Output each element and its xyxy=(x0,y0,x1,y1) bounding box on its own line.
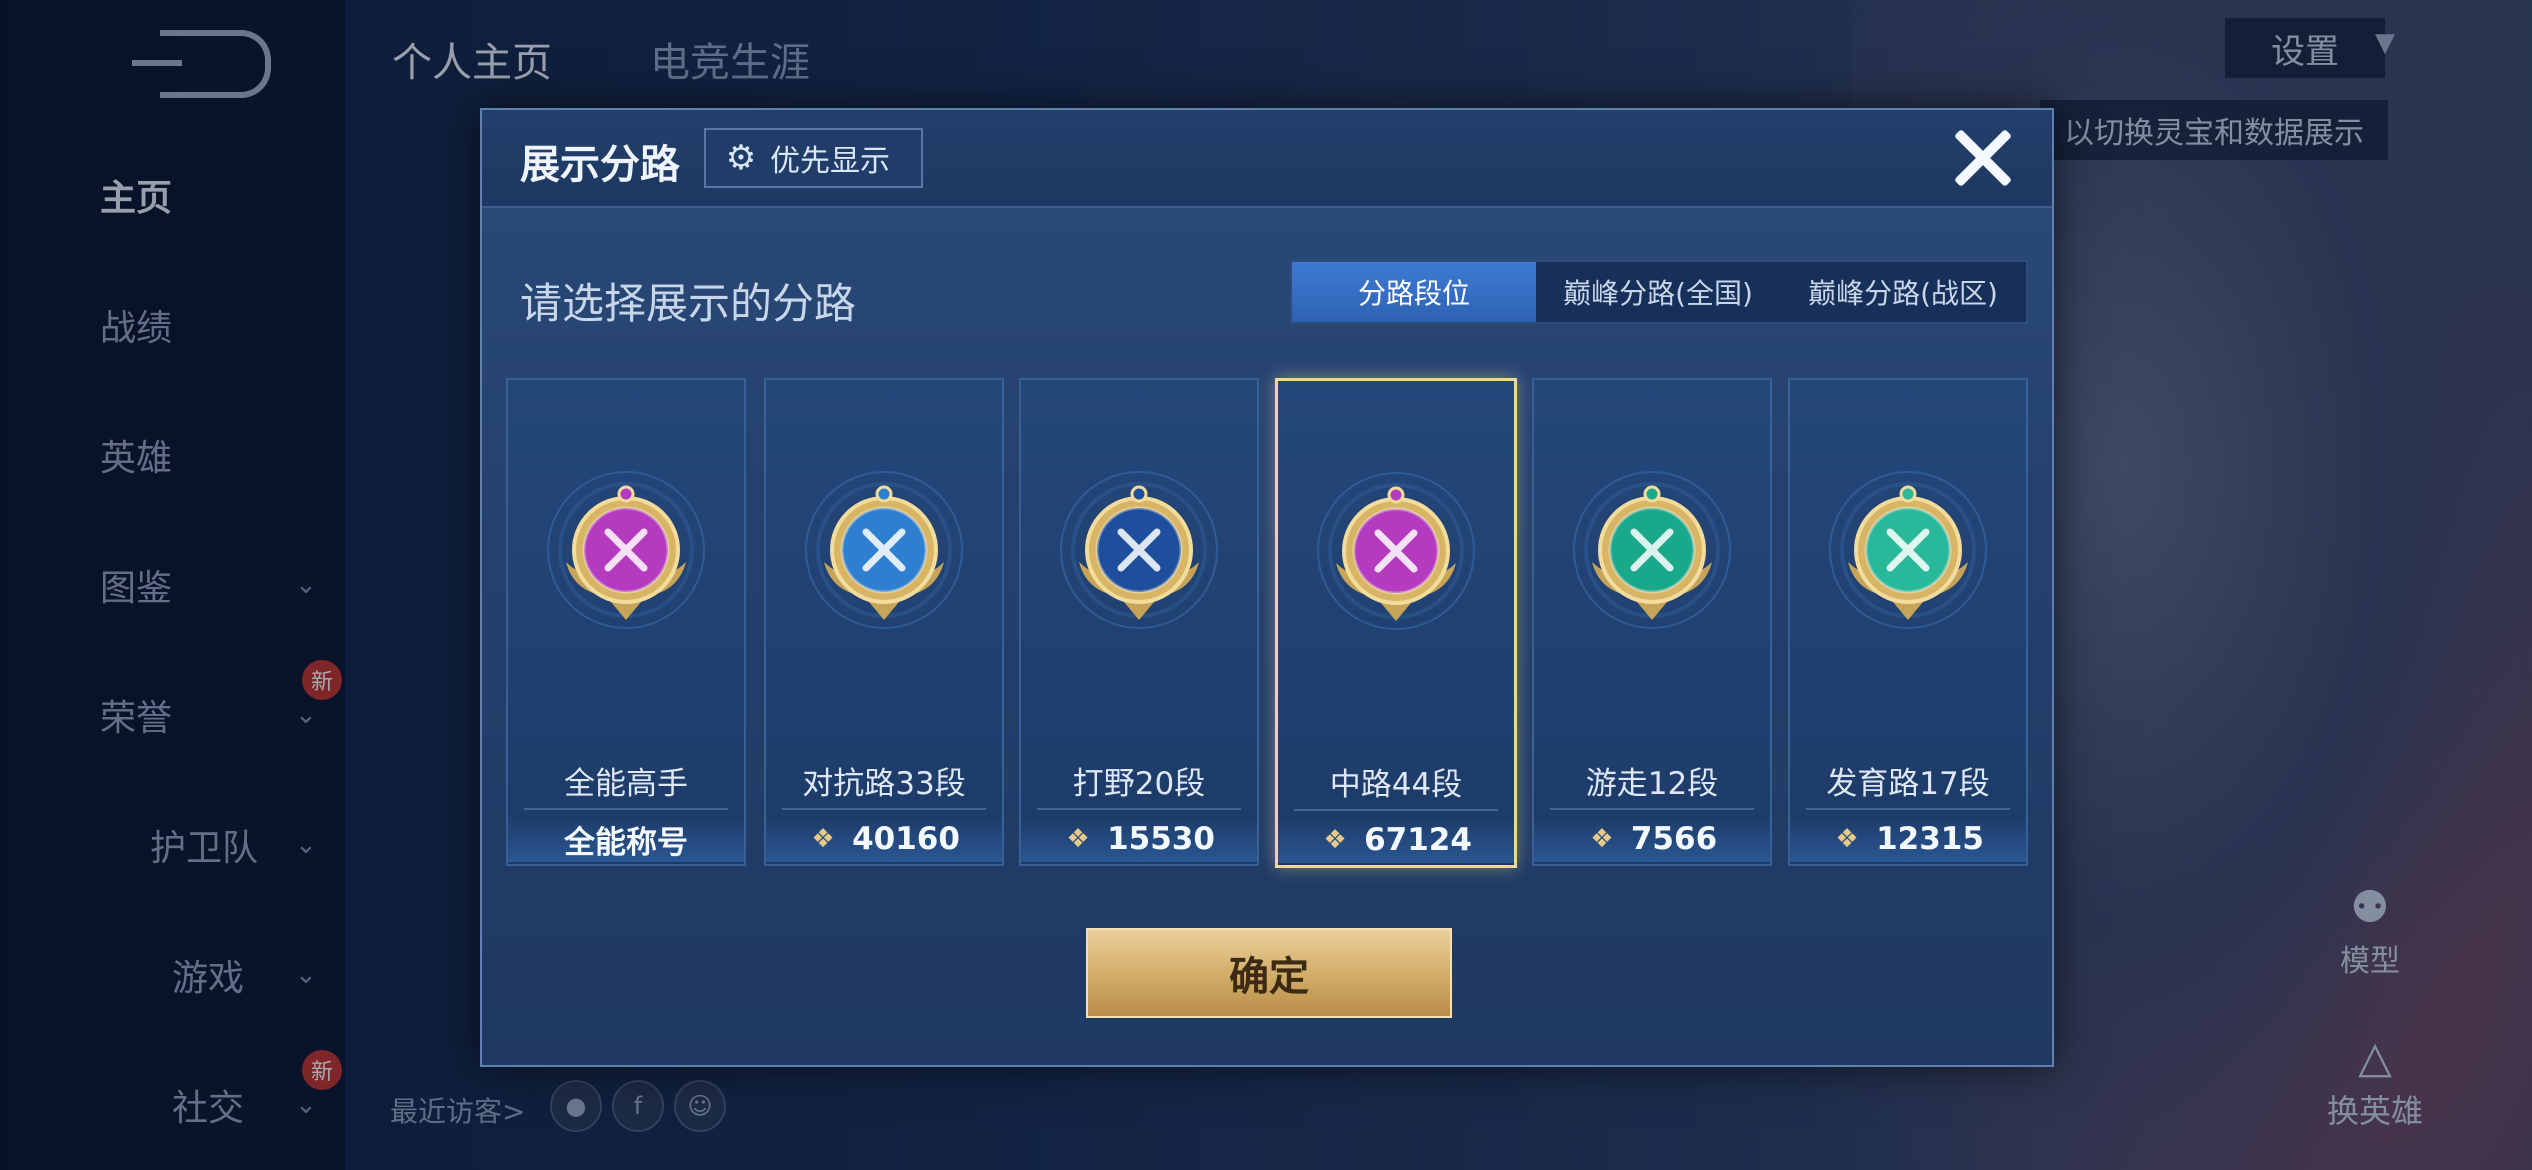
lane-type-tabs: 分路段位 巅峰分路(全国) 巅峰分路(战区) xyxy=(1290,260,2028,324)
tab-lane-rank[interactable]: 分路段位 xyxy=(1292,262,1536,322)
divider xyxy=(1550,808,1754,810)
rank-points-icon: ❖ xyxy=(811,824,835,854)
divider xyxy=(1037,808,1241,810)
lane-card-name: 发育路17段 xyxy=(1826,766,1990,802)
dialog-header: 展示分路 ⚙ 优先显示 xyxy=(482,110,2052,208)
lane-card-name: 中路44段 xyxy=(1329,767,1463,803)
lane-card[interactable]: 中路44段 ❖ 67124 xyxy=(1275,378,1517,868)
rank-points-icon: ❖ xyxy=(1323,825,1347,855)
tab-peak-region[interactable]: 巅峰分路(战区) xyxy=(1780,262,2026,322)
tab-peak-national[interactable]: 巅峰分路(全国) xyxy=(1536,262,1780,322)
lane-card-score: ❖ 67124 xyxy=(1278,817,1514,863)
lane-card-score-value: 40160 xyxy=(852,821,960,857)
rank-points-icon: ❖ xyxy=(1066,824,1090,854)
lane-card-score: ❖ 40160 xyxy=(766,816,1002,862)
gear-icon: ⚙ xyxy=(725,138,757,178)
lane-card-name: 全能高手 xyxy=(564,766,688,802)
lane-card[interactable]: 全能高手 全能称号 xyxy=(506,378,746,866)
close-button[interactable] xyxy=(1950,126,2014,190)
confirm-button[interactable]: 确定 xyxy=(1086,928,1452,1018)
lane-card-name: 游走12段 xyxy=(1585,766,1719,802)
farm-lane-emblem-icon xyxy=(1828,470,1988,630)
lane-card-score-value: 全能称号 xyxy=(564,824,688,861)
lane-card[interactable]: 发育路17段 ❖ 12315 xyxy=(1788,378,2028,866)
lane-card[interactable]: 对抗路33段 ❖ 40160 xyxy=(764,378,1004,866)
rank-points-icon: ❖ xyxy=(1590,824,1614,854)
lane-card-name: 对抗路33段 xyxy=(802,766,966,802)
lane-card-score-value: 7566 xyxy=(1630,821,1718,857)
lane-card-score: 全能称号 xyxy=(508,816,744,862)
lane-card-score-value: 15530 xyxy=(1107,821,1215,857)
roam-wings-emblem-icon xyxy=(1572,470,1732,630)
divider xyxy=(524,808,728,810)
lane-display-dialog: 展示分路 ⚙ 优先显示 请选择展示的分路 分路段位 巅峰分路(全国) 巅峰分路(… xyxy=(480,108,2054,1067)
lane-card-name: 打野20段 xyxy=(1072,766,1206,802)
dialog-prompt: 请选择展示的分路 xyxy=(520,279,857,328)
priority-display-button[interactable]: ⚙ 优先显示 xyxy=(704,128,923,188)
priority-display-label: 优先显示 xyxy=(770,144,890,179)
dialog-title: 展示分路 xyxy=(520,142,680,188)
clash-lane-emblem-icon xyxy=(804,470,964,630)
rank-points-icon: ❖ xyxy=(1835,824,1859,854)
divider xyxy=(1806,808,2010,810)
lane-card-score: ❖ 7566 xyxy=(1534,816,1770,862)
lane-card-score: ❖ 12315 xyxy=(1790,816,2026,862)
jungle-dragon-emblem-icon xyxy=(1059,470,1219,630)
lane-card[interactable]: 游走12段 ❖ 7566 xyxy=(1532,378,1772,866)
lane-card-score-value: 67124 xyxy=(1364,822,1472,858)
all-round-emblem-icon xyxy=(546,470,706,630)
divider xyxy=(1294,809,1498,811)
lane-card[interactable]: 打野20段 ❖ 15530 xyxy=(1019,378,1259,866)
lane-card-score-value: 12315 xyxy=(1876,821,1984,857)
divider xyxy=(782,808,986,810)
lane-card-score: ❖ 15530 xyxy=(1021,816,1257,862)
mid-lane-emblem-icon xyxy=(1316,471,1476,631)
